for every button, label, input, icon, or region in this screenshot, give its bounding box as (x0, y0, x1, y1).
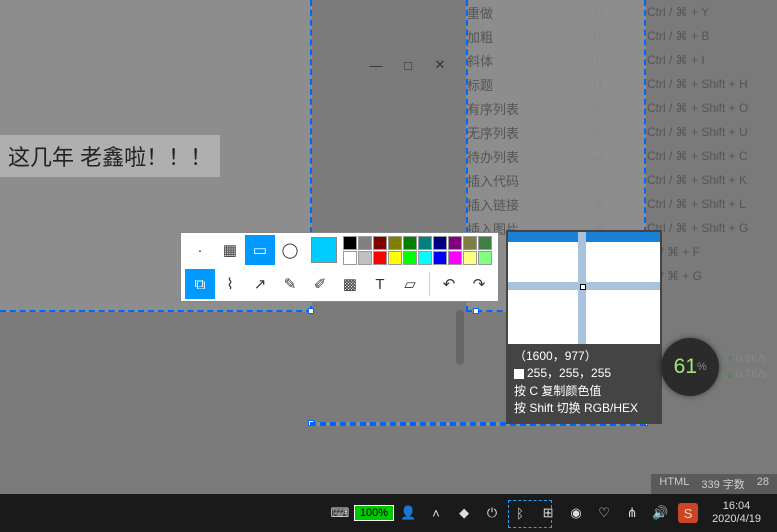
color-swatch[interactable] (418, 236, 432, 250)
undo-button[interactable]: ↶ (434, 269, 464, 299)
status-lang: HTML (659, 476, 689, 492)
color-swatch[interactable] (463, 251, 477, 265)
status-extra: 28 (757, 476, 769, 492)
zoom-hint-2: 按 Shift 切换 RGB/HEX (514, 400, 654, 417)
pixel-zoom-view: （1600，977） 255，255，255 按 C 复制颜色值 按 Shift… (506, 230, 662, 424)
redo-button[interactable]: ↷ (464, 269, 494, 299)
color-palette (343, 236, 492, 265)
zoom-hint-1: 按 C 复制颜色值 (514, 383, 654, 400)
arrow-tool[interactable]: ↗ (245, 269, 275, 299)
menu-item[interactable]: 插入代码‹›Ctrl / ⌘ + Shift + K (467, 168, 777, 192)
color-swatch[interactable] (478, 236, 492, 250)
selection-handle[interactable] (473, 308, 479, 314)
zoom-badge[interactable]: 100% (354, 505, 394, 521)
speed-widget: 61% 0.8K/s 0.7K/s (661, 338, 767, 396)
window-controls: — □ ✕ (369, 58, 447, 72)
selection-handle[interactable] (308, 308, 314, 314)
ellipse-tool[interactable]: ◯ (275, 235, 305, 265)
editor-text: 这几年 老鑫啦！！！ (0, 135, 220, 177)
current-color[interactable] (311, 237, 337, 263)
minimize-button[interactable]: — (369, 58, 383, 72)
eraser-tool[interactable]: ▱ (395, 269, 425, 299)
zoom-rgb: 255，255，255 (527, 366, 611, 380)
color-swatch[interactable] (478, 251, 492, 265)
people-icon[interactable]: 👤 (398, 503, 418, 523)
color-swatch[interactable] (373, 251, 387, 265)
volume-icon[interactable]: 🔊 (650, 503, 670, 523)
dot-tool[interactable]: · (185, 235, 215, 265)
menu-item[interactable]: 加粗BCtrl / ⌘ + B (467, 24, 777, 48)
copy-tool[interactable]: ⧉ (185, 269, 215, 299)
zoom-info: （1600，977） 255，255，255 按 C 复制颜色值 按 Shift… (508, 344, 660, 422)
color-swatch[interactable] (358, 236, 372, 250)
color-swatch[interactable] (388, 236, 402, 250)
color-swatch[interactable] (373, 236, 387, 250)
tablet-mode-icon[interactable]: ⌨ (330, 503, 350, 523)
pen-tool[interactable]: ✎ (275, 269, 305, 299)
rect-tool[interactable]: ▭ (245, 235, 275, 265)
menu-item[interactable]: 无序列表≡Ctrl / ⌘ + Shift + U (467, 120, 777, 144)
polyline-tool[interactable]: ⌇ (215, 269, 245, 299)
menu-item[interactable]: 待办列表☑Ctrl / ⌘ + Shift + C (467, 144, 777, 168)
taskbar-clock[interactable]: 16:04 2020/4/19 (712, 500, 761, 526)
taskbar: ⌨ 100% 👤 ˄ ◆ ⏻ ᛒ ⊞ ◉ ♡ ⋔ 🔊 S 16:04 2020/… (0, 494, 777, 532)
maximize-button[interactable]: □ (401, 58, 415, 72)
color-swatch[interactable] (388, 251, 402, 265)
close-button[interactable]: ✕ (433, 58, 447, 72)
color-swatch[interactable] (358, 251, 372, 265)
status-bar: HTML 339 字数 28 (651, 474, 777, 494)
menu-item[interactable]: 斜体ICtrl / ⌘ + I (467, 48, 777, 72)
divider (429, 272, 430, 296)
speed-down: 0.7K/s (727, 367, 767, 382)
menu-item[interactable]: 有序列表≡Ctrl / ⌘ + Shift + O (467, 96, 777, 120)
wifi-icon[interactable]: ⋔ (622, 503, 642, 523)
color-swatch[interactable] (418, 251, 432, 265)
speed-circle[interactable]: 61% (661, 338, 719, 396)
color-swatch[interactable] (463, 236, 477, 250)
scrollbar-thumb[interactable] (456, 310, 464, 365)
status-wordcount: 339 字数 (701, 476, 744, 492)
taskbar-selection (508, 500, 552, 528)
hatch-tool[interactable]: ▦ (215, 235, 245, 265)
color-chip (514, 369, 524, 379)
color-swatch[interactable] (343, 251, 357, 265)
color-swatch[interactable] (448, 236, 462, 250)
text-tool[interactable]: T (365, 269, 395, 299)
zoom-canvas (508, 232, 660, 344)
color-swatch[interactable] (343, 236, 357, 250)
annotation-toolbar: · ▦ ▭ ◯ ⧉ ⌇ ↗ ✎ ✐ ▩ T ▱ ↶ ↷ (180, 232, 499, 302)
color-swatch[interactable] (433, 251, 447, 265)
marker-tool[interactable]: ✐ (305, 269, 335, 299)
color-swatch[interactable] (448, 251, 462, 265)
tray-app-icon[interactable]: ◆ (454, 503, 474, 523)
power-icon[interactable]: ⏻ (482, 503, 502, 523)
color-swatch[interactable] (403, 251, 417, 265)
color-swatch[interactable] (403, 236, 417, 250)
ime-icon[interactable]: S (678, 503, 698, 523)
mosaic-tool[interactable]: ▩ (335, 269, 365, 299)
menu-item[interactable]: 插入链接⌘Ctrl / ⌘ + Shift + L (467, 192, 777, 216)
chevron-up-icon[interactable]: ˄ (426, 503, 446, 523)
menu-item[interactable]: 标题HCtrl / ⌘ + Shift + H (467, 72, 777, 96)
color-swatch[interactable] (433, 236, 447, 250)
menu-item[interactable]: 重做↻Ctrl / ⌘ + Y (467, 0, 777, 24)
sync-icon[interactable]: ◉ (566, 503, 586, 523)
speed-up: 0.8K/s (727, 352, 767, 367)
shield-icon[interactable]: ♡ (594, 503, 614, 523)
zoom-coords: （1600，977） (514, 348, 654, 365)
